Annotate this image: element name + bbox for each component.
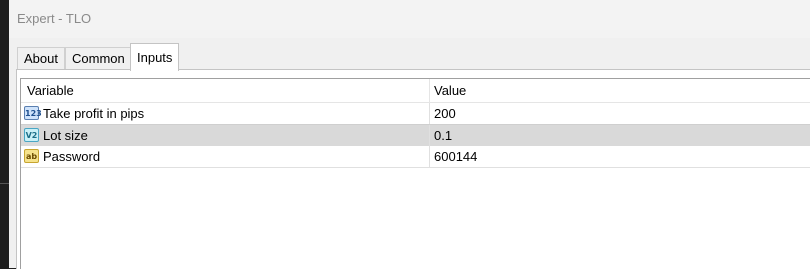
- tab-inputs[interactable]: Inputs: [130, 43, 180, 71]
- background-divider: [0, 183, 9, 184]
- inputs-list[interactable]: Variable Value 123 Take profit in pips 2…: [20, 78, 810, 269]
- variable-value[interactable]: 200: [434, 103, 456, 124]
- cell-divider: [429, 146, 430, 167]
- cell-divider: [429, 103, 430, 124]
- column-header-variable[interactable]: Variable: [27, 79, 74, 102]
- variable-value[interactable]: 600144: [434, 146, 477, 167]
- variable-name: Lot size: [43, 128, 88, 143]
- variable-value[interactable]: 0.1: [434, 125, 452, 146]
- table-row[interactable]: V2 Lot size 0.1: [21, 124, 810, 147]
- title-bar[interactable]: Expert - TLO: [9, 0, 810, 38]
- integer-type-icon: 123: [24, 106, 42, 120]
- string-type-icon: ab: [24, 149, 39, 163]
- tab-strip: About Common Inputs: [9, 43, 810, 71]
- cell-divider: [429, 125, 430, 146]
- table-row[interactable]: ab Password 600144: [21, 146, 810, 168]
- background-left-edge: [0, 0, 9, 268]
- variable-name: Password: [43, 149, 101, 164]
- column-header-value[interactable]: Value: [434, 79, 466, 102]
- table-row[interactable]: 123 Take profit in pips 200: [21, 103, 810, 125]
- tab-about[interactable]: About: [17, 47, 65, 70]
- expert-dialog: Expert - TLO About Common Inputs Variabl…: [9, 0, 810, 269]
- list-header: Variable Value: [21, 79, 810, 103]
- dialog-content: About Common Inputs Variable Value 123 T…: [9, 38, 810, 269]
- variable-name: Take profit in pips: [43, 106, 145, 121]
- double-type-icon: V2: [24, 128, 39, 142]
- tab-common[interactable]: Common: [65, 47, 132, 70]
- column-divider[interactable]: [429, 79, 430, 102]
- window-title: Expert - TLO: [17, 11, 92, 26]
